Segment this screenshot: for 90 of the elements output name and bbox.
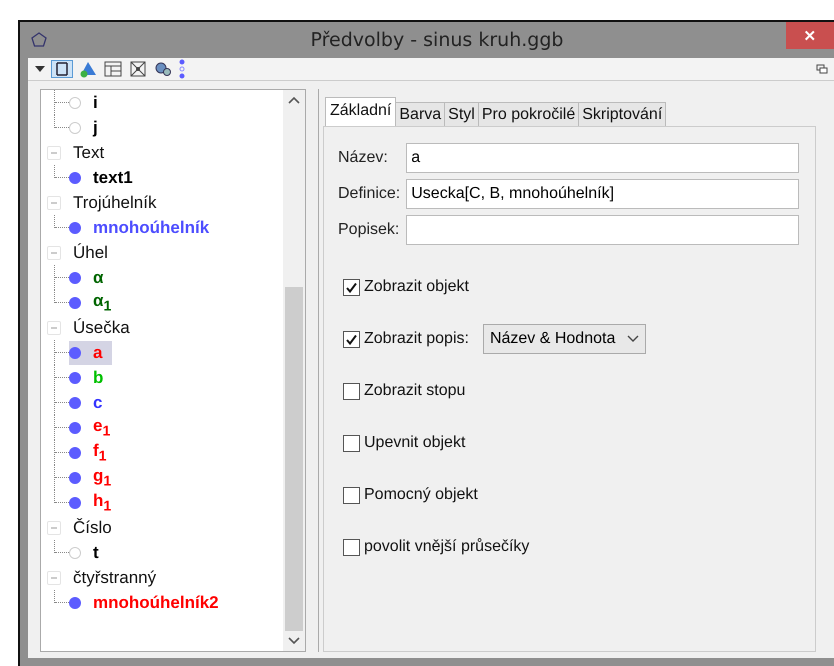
tree-group-label[interactable]: Trojúhelník — [73, 192, 156, 212]
checkbox[interactable] — [343, 538, 360, 556]
tree-item[interactable]: α — [69, 266, 114, 290]
object-name: g$_{1}$ — [93, 466, 112, 490]
visibility-dot[interactable] — [69, 596, 81, 608]
tree-group-label[interactable]: Text — [73, 142, 104, 162]
tab[interactable]: Barva — [395, 102, 446, 126]
pentagon-icon — [30, 31, 48, 49]
more-dots-icon[interactable] — [178, 58, 186, 80]
visibility-dot[interactable] — [69, 296, 81, 308]
tree-item[interactable]: mnohoúhelník2 — [69, 590, 229, 614]
collapse-toggle[interactable] — [47, 246, 61, 260]
window-title: Předvolby - sinus kruh.ggb — [310, 29, 564, 51]
visibility-dot[interactable] — [69, 422, 81, 434]
visibility-dot[interactable] — [69, 222, 81, 234]
input-field[interactable]: a — [406, 143, 799, 173]
checkbox-label[interactable]: Zobrazit popis: — [364, 330, 469, 348]
checkbox-label[interactable]: Upevnit objekt — [364, 434, 466, 452]
collapse-toggle[interactable] — [47, 146, 61, 160]
collapse-toggle[interactable] — [47, 570, 61, 584]
visibility-dot[interactable] — [69, 272, 81, 284]
collapse-toggle[interactable] — [47, 196, 61, 210]
object-name: α$_{1}$ — [93, 290, 112, 314]
tree-item[interactable]: mnohoúhelník — [69, 216, 220, 240]
checkbox-label[interactable]: Zobrazit stopu — [364, 382, 466, 400]
field-label: Název: — [338, 149, 389, 167]
checkbox[interactable] — [343, 434, 360, 452]
object-name: f$_{1}$ — [93, 440, 107, 464]
object-name: b — [93, 368, 104, 388]
input-field[interactable] — [406, 215, 799, 245]
tree-item[interactable]: α$_{1}$ — [69, 288, 122, 316]
tree-group-label[interactable]: Úsečka — [73, 318, 130, 338]
field-label: Popisek: — [338, 221, 400, 239]
object-name: t — [93, 542, 99, 562]
layout-icon[interactable] — [103, 60, 123, 78]
visibility-dot[interactable] — [69, 496, 81, 508]
visibility-dot[interactable] — [69, 346, 81, 358]
collapse-toggle[interactable] — [47, 320, 61, 334]
triangle-icon[interactable] — [78, 60, 98, 78]
tree-group-label[interactable]: čtyřstranný — [73, 568, 156, 588]
tree-item[interactable]: f$_{1}$ — [69, 438, 117, 466]
checkbox[interactable] — [343, 278, 360, 296]
field-label: Definice: — [338, 185, 400, 203]
restore-icon[interactable] — [816, 64, 828, 74]
object-name: a — [93, 342, 102, 362]
collapse-toggle[interactable] — [47, 520, 61, 534]
visibility-dot[interactable] — [69, 172, 81, 184]
object-name: c — [93, 392, 102, 412]
tab[interactable]: Styl — [444, 102, 479, 126]
object-name: α — [93, 268, 104, 288]
visibility-dot[interactable] — [69, 372, 81, 384]
tree-group-label[interactable]: Číslo — [73, 518, 112, 538]
scroll-up-icon[interactable] — [288, 96, 300, 104]
close-button[interactable]: ✕ — [786, 22, 834, 49]
checkbox[interactable] — [343, 486, 360, 504]
tree-item[interactable]: e$_{1}$ — [69, 414, 120, 442]
scrollbar[interactable] — [283, 90, 305, 651]
object-name: mnohoúhelník2 — [93, 592, 219, 612]
checkbox[interactable] — [343, 382, 360, 400]
scroll-thumb[interactable] — [285, 287, 303, 631]
object-name: mnohoúhelník — [93, 218, 210, 238]
tree-item[interactable]: text1 — [69, 166, 143, 190]
checkbox-label[interactable]: Pomocný objekt — [364, 486, 478, 504]
tree-item[interactable]: g$_{1}$ — [69, 464, 122, 492]
checkbox[interactable] — [343, 330, 360, 348]
tree-item[interactable]: j — [69, 116, 108, 140]
object-name: h$_{1}$ — [93, 490, 112, 514]
tab[interactable]: Základní — [325, 97, 396, 126]
dropdown-arrow-icon[interactable] — [34, 64, 46, 74]
scroll-down-icon[interactable] — [288, 637, 300, 645]
tree-item[interactable]: i — [69, 90, 108, 114]
dropdown-value: Název & Hodnota — [490, 330, 616, 348]
object-name: i — [93, 92, 98, 112]
tree-item[interactable]: h$_{1}$ — [69, 488, 122, 516]
visibility-dot[interactable] — [69, 472, 81, 484]
tree-group-label[interactable]: Úhel — [73, 242, 108, 262]
tab[interactable]: Pro pokročilé — [478, 102, 580, 126]
chevron-down-icon — [627, 335, 640, 343]
object-name: j — [93, 118, 98, 138]
visibility-dot[interactable] — [69, 446, 81, 458]
object-name: text1 — [93, 168, 133, 188]
tree-item[interactable]: t — [69, 540, 109, 564]
visibility-dot[interactable] — [69, 396, 81, 408]
object-name: e$_{1}$ — [93, 416, 110, 440]
tree-item[interactable]: c — [69, 390, 112, 414]
checkbox-label[interactable]: povolit vnější průsečíky — [364, 538, 530, 556]
input-field[interactable]: Usecka[C, B, mnohoúhelník] — [406, 179, 799, 209]
checkbox-label[interactable]: Zobrazit objekt — [364, 278, 469, 296]
label-mode-dropdown[interactable]: Název & Hodnota — [482, 324, 646, 354]
tab[interactable]: Skriptování — [578, 102, 666, 126]
